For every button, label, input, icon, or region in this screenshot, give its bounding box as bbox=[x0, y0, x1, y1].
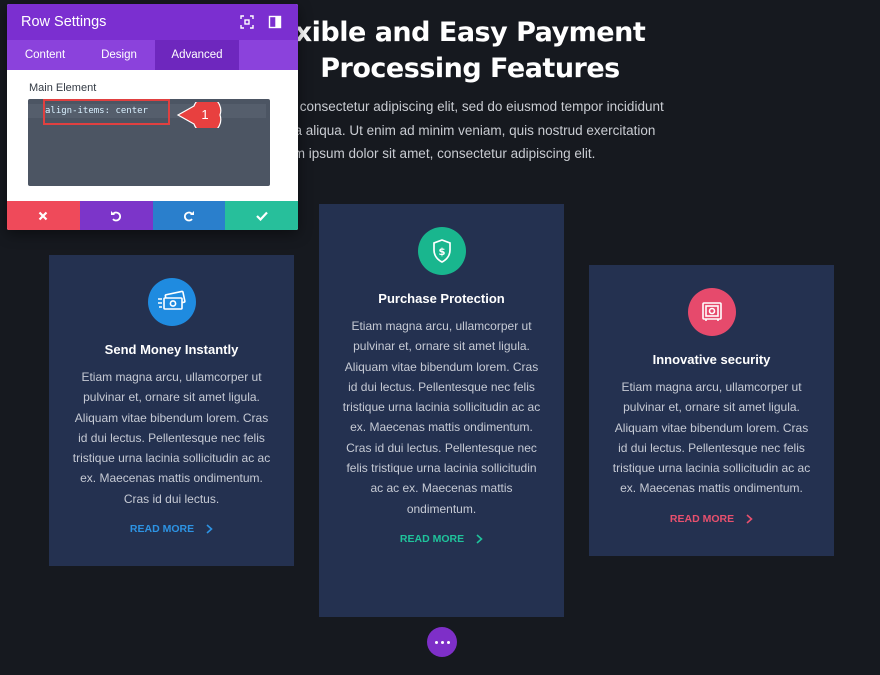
tab-content[interactable]: Content bbox=[7, 40, 83, 70]
card-body: Etiam magna arcu, ullamcorper ut pulvina… bbox=[72, 370, 271, 506]
read-more-label: READ MORE bbox=[669, 512, 735, 525]
more-dots-icon bbox=[446, 640, 450, 644]
annotation-number: 1 bbox=[201, 107, 209, 122]
fullscreen-icon[interactable] bbox=[240, 15, 254, 29]
save-icon bbox=[255, 211, 268, 221]
modal-header: Row Settings bbox=[7, 4, 298, 40]
feature-card-purchase-protection: $ Purchase Protection Etiam magna arcu, … bbox=[319, 204, 564, 617]
read-more-link[interactable]: READ MORE bbox=[400, 533, 483, 545]
chevron-right-icon bbox=[476, 534, 483, 544]
modal-body: Main Element align-items: center bbox=[7, 70, 298, 186]
hero-paragraph-line: re magna aliqua. Ut enim ad minim veniam… bbox=[245, 122, 656, 138]
page-title: xible and Easy Payment Processing Featur… bbox=[240, 15, 700, 87]
redo-icon bbox=[183, 210, 194, 221]
cancel-button[interactable] bbox=[7, 201, 80, 230]
chevron-right-icon bbox=[746, 514, 753, 524]
split-view-icon[interactable] bbox=[268, 15, 282, 29]
more-options-button[interactable] bbox=[427, 627, 457, 657]
read-more-label: READ MORE bbox=[129, 523, 195, 536]
chevron-right-icon bbox=[206, 524, 213, 534]
modal-title: Row Settings bbox=[21, 14, 107, 30]
css-code-editor[interactable]: align-items: center bbox=[28, 99, 270, 186]
hero-paragraph-line: sit amet, consectetur adipiscing elit, s… bbox=[245, 99, 664, 114]
cancel-icon bbox=[39, 211, 48, 220]
page-title-line1: xible and Easy Payment bbox=[294, 17, 646, 48]
modal-header-actions bbox=[240, 15, 282, 29]
svg-text:$: $ bbox=[438, 247, 445, 258]
safe-icon bbox=[687, 288, 736, 336]
read-more-link[interactable]: READ MORE bbox=[670, 513, 753, 525]
annotation-highlight-box bbox=[43, 99, 170, 125]
card-body: Etiam magna arcu, ullamcorper ut pulvina… bbox=[612, 380, 811, 496]
money-transfer-icon bbox=[147, 278, 196, 326]
modal-tabs: Content Design Advanced bbox=[7, 40, 298, 70]
card-title: Send Money Instantly bbox=[104, 342, 239, 357]
more-dots-icon bbox=[434, 640, 438, 644]
undo-icon bbox=[111, 210, 122, 221]
field-label: Main Element bbox=[29, 82, 97, 94]
card-body: Etiam magna arcu, ullamcorper ut pulvina… bbox=[342, 319, 541, 516]
shield-dollar-icon: $ bbox=[417, 227, 466, 275]
row-settings-modal: Row Settings Content Design Advanced Mai… bbox=[7, 4, 298, 230]
hero-paragraph-line: co. Lorem ipsum dolor sit amet, consecte… bbox=[245, 146, 596, 161]
feature-card-send-money: Send Money Instantly Etiam magna arcu, u… bbox=[49, 255, 294, 566]
hero-paragraph: sit amet, consectetur adipiscing elit, s… bbox=[245, 95, 715, 166]
more-dots-icon bbox=[440, 640, 444, 644]
tab-design[interactable]: Design bbox=[83, 40, 155, 70]
read-more-link[interactable]: READ MORE bbox=[130, 523, 213, 535]
undo-button[interactable] bbox=[79, 201, 153, 230]
modal-footer bbox=[7, 201, 298, 230]
feature-card-innovative-security: Innovative security Etiam magna arcu, ul… bbox=[589, 265, 834, 556]
read-more-label: READ MORE bbox=[399, 532, 465, 545]
save-button[interactable] bbox=[225, 201, 298, 230]
redo-button[interactable] bbox=[152, 201, 226, 230]
page-title-line2: Processing Features bbox=[320, 53, 620, 84]
tab-advanced[interactable]: Advanced bbox=[155, 40, 239, 70]
card-title: Innovative security bbox=[652, 352, 771, 367]
card-title: Purchase Protection bbox=[378, 291, 505, 306]
